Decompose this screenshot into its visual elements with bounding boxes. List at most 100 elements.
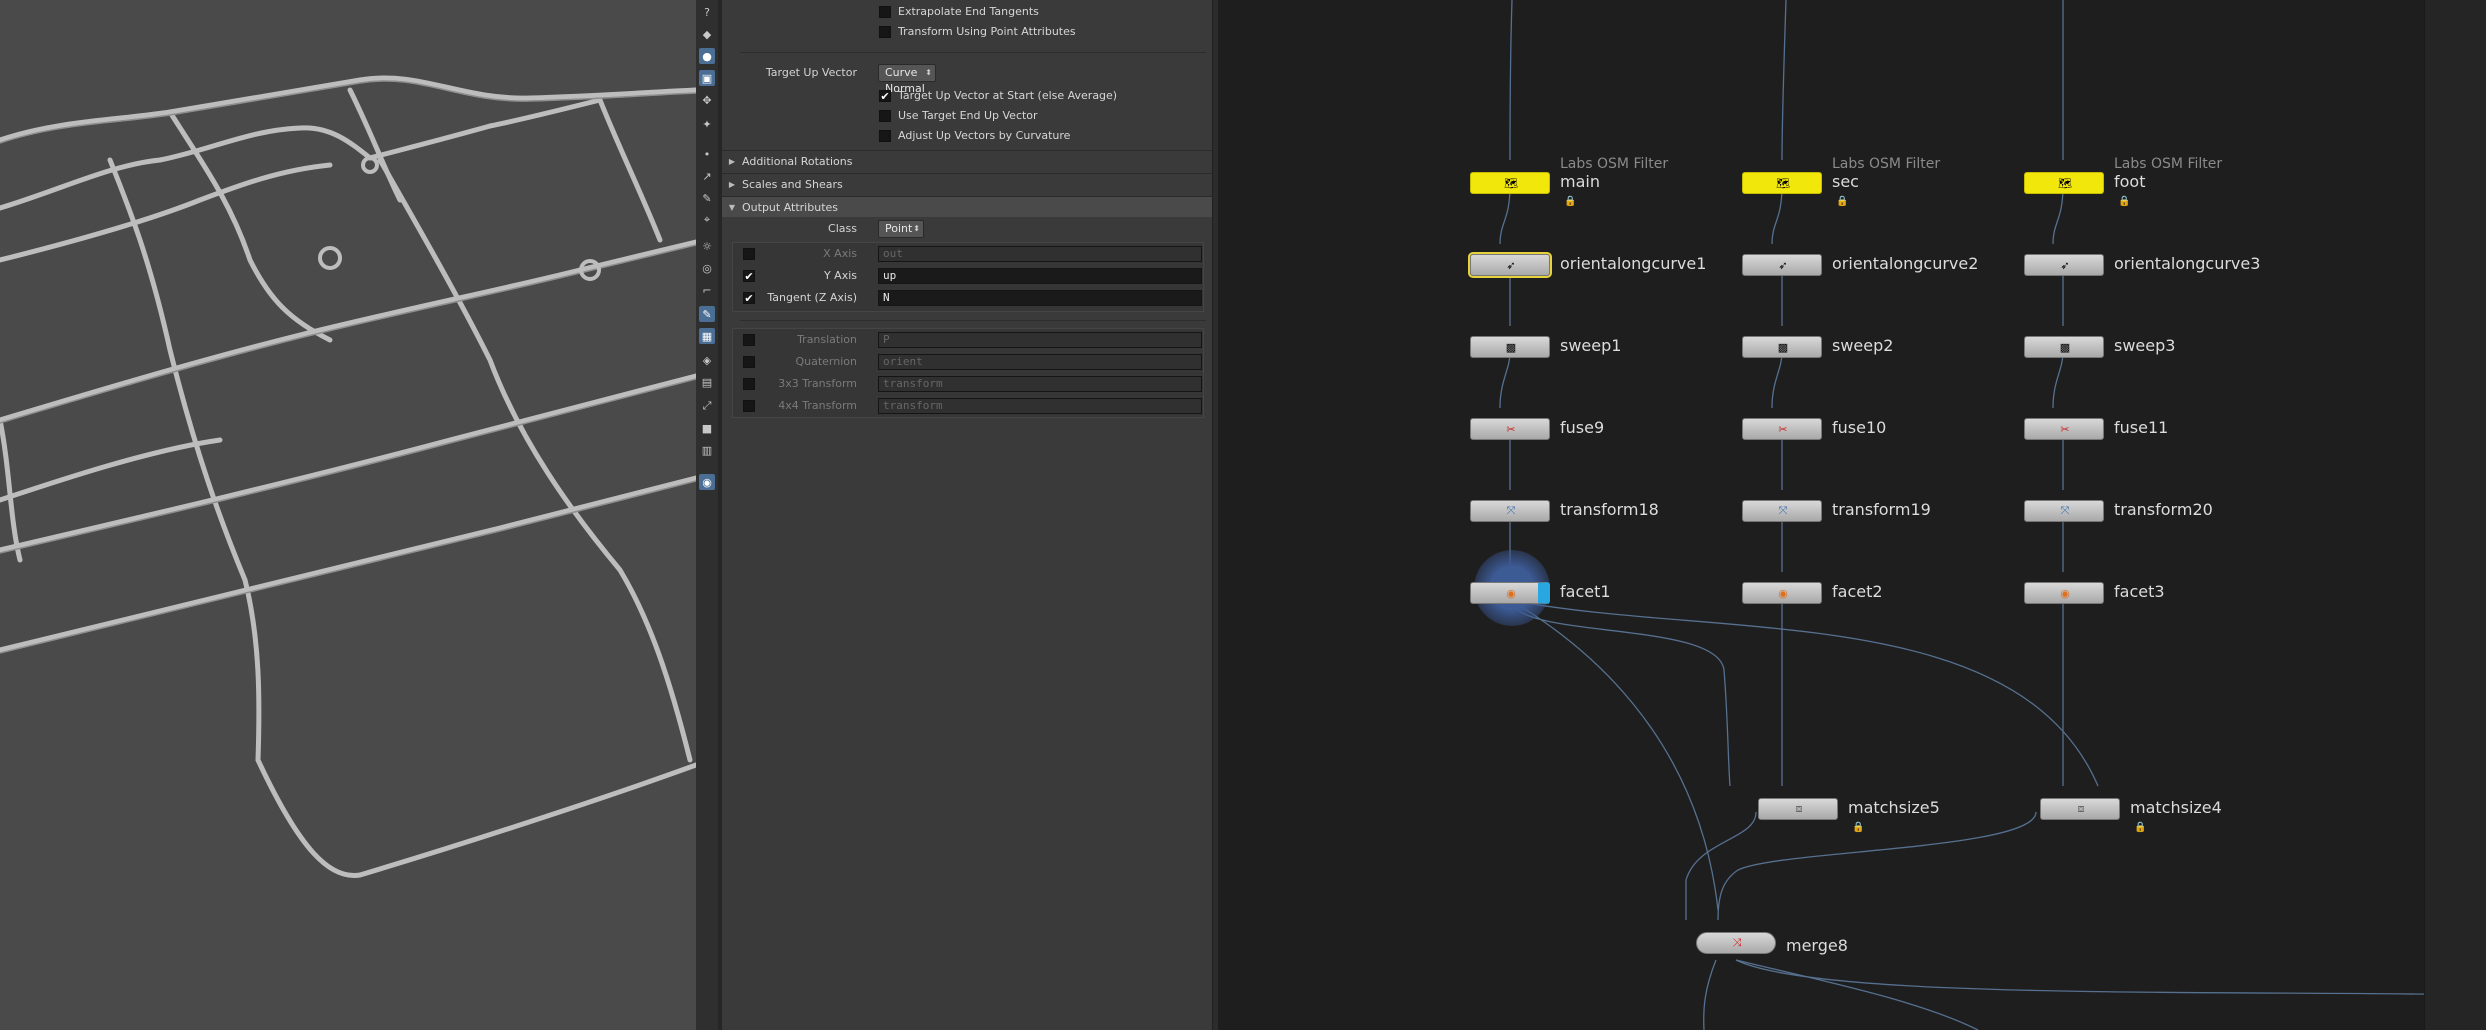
help-icon[interactable]: ? [699,4,715,20]
node-label: sweep1 [1560,336,1622,355]
node-facet2[interactable]: ◉ [1742,582,1822,604]
grid-icon[interactable]: ▦ [699,328,715,344]
node-fuse11[interactable]: ✂ [2024,418,2104,440]
transform3-checkbox[interactable] [743,378,755,390]
tangent-field[interactable]: N [878,290,1202,306]
node-label: foot [2114,172,2146,191]
target-up-start-checkbox[interactable]: ✔ [879,90,891,102]
fuse-icon: ✂ [1506,422,1516,436]
render-icon[interactable]: ▥ [699,442,715,458]
node-label: facet2 [1832,582,1883,601]
matchsize-icon: ⧈ [2077,802,2085,815]
folder-output-attributes[interactable]: ▼ Output Attributes [722,196,1212,217]
expand-arrow-icon: ▶ [728,179,736,189]
select-icon[interactable]: ◆ [699,26,715,42]
tangent-checkbox[interactable]: ✔ [743,292,755,304]
handle-icon[interactable]: ✥ [699,92,715,108]
node-type-label: Labs OSM Filter [2114,156,2223,172]
target-up-vector-dropdown[interactable]: Curve Normal ⬍ [878,64,936,95]
axis-icon[interactable]: ⤢ [699,398,715,414]
folder-additional-rotations[interactable]: ▶ Additional Rotations [722,150,1212,171]
box-icon[interactable]: ■ [699,420,715,436]
lock-camera-icon[interactable]: ◉ [699,474,715,490]
quaternion-checkbox[interactable] [743,356,755,368]
target-up-start-label: Target Up Vector at Start (else Average) [898,89,1118,102]
transform-point-attrs-checkbox[interactable] [879,26,891,38]
ghost-icon[interactable]: ◈ [699,352,715,368]
sweep-icon: ▩ [2059,340,2071,354]
node-label: orientalongcurve3 [2114,254,2261,273]
transform3-field[interactable]: transform [878,376,1202,392]
class-dropdown[interactable]: Point ⬍ [878,220,924,238]
node-label: main [1560,172,1600,191]
extrapolate-checkbox[interactable] [879,6,891,18]
pose-icon[interactable]: ● [699,48,715,64]
transform4-field[interactable]: transform [878,398,1202,414]
node-orientalongcurve1[interactable]: ➶ [1468,252,1552,278]
network-side-strip [2424,0,2486,1030]
frame-icon[interactable]: ⌐ [699,282,715,298]
quaternion-field[interactable]: orient [878,354,1202,370]
viewport-3d[interactable] [0,0,696,1030]
folder-label: Output Attributes [742,200,839,214]
network-editor[interactable]: Labs OSM Filter 🗺 main 🔒 ➶ orientalongcu… [1218,0,2486,1030]
node-facet1[interactable]: ◉ [1470,582,1550,604]
x-axis-field[interactable]: out [878,246,1202,262]
orient-icon: ➶ [2060,258,2070,272]
node-osm-filter-sec[interactable]: 🗺 [1742,172,1822,194]
transform-icon: ⤧ [1778,504,1788,517]
node-transform18[interactable]: ⤧ [1470,500,1550,522]
expand-arrow-icon: ▶ [728,156,736,166]
node-merge8[interactable]: ⤨ [1696,932,1776,954]
measure-icon[interactable]: ⌖ [699,212,715,228]
tangent-label: Tangent (Z Axis) [767,291,857,304]
node-matchsize5[interactable]: ⧈ [1758,798,1838,820]
transform4-checkbox[interactable] [743,400,755,412]
node-orientalongcurve3[interactable]: ➶ [2024,254,2104,276]
snap-icon[interactable]: ✦ [699,116,715,132]
node-transform20[interactable]: ⤧ [2024,500,2104,522]
facet-icon: ◉ [2060,586,2070,600]
node-matchsize4[interactable]: ⧈ [2040,798,2120,820]
fuse-icon: ✂ [1778,422,1788,436]
display-icon[interactable]: ◎ [699,260,715,276]
node-facet3[interactable]: ◉ [2024,582,2104,604]
y-axis-checkbox[interactable]: ✔ [743,270,755,282]
node-orientalongcurve2[interactable]: ➶ [1742,254,1822,276]
node-label: sweep3 [2114,336,2176,355]
node-label: sec [1832,172,1859,191]
node-sweep3[interactable]: ▩ [2024,336,2104,358]
y-axis-label: Y Axis [823,269,857,282]
transform4-label: 4x4 Transform [778,399,857,412]
folder-scales-shears[interactable]: ▶ Scales and Shears [722,173,1212,194]
node-fuse10[interactable]: ✂ [1742,418,1822,440]
node-sweep2[interactable]: ▩ [1742,336,1822,358]
lock-icon: 🔒 [2118,196,2131,207]
image-icon[interactable]: ▤ [699,374,715,390]
road-network-geometry [0,75,696,879]
adjust-up-label: Adjust Up Vectors by Curvature [898,129,1071,142]
node-label: orientalongcurve1 [1560,254,1707,273]
x-axis-checkbox[interactable] [743,248,755,260]
node-osm-filter-foot[interactable]: 🗺 [2024,172,2104,194]
brush-icon[interactable]: ✎ [699,190,715,206]
use-target-end-checkbox[interactable] [879,110,891,122]
view-icon[interactable]: ▣ [699,70,715,86]
node-sweep1[interactable]: ▩ [1470,336,1550,358]
light-icon[interactable]: ☼ [699,238,715,254]
node-fuse9[interactable]: ✂ [1470,418,1550,440]
y-axis-field[interactable]: up [878,268,1202,284]
node-label: transform19 [1832,500,1931,519]
edge-icon[interactable]: ↗ [699,168,715,184]
sweep-icon: ▩ [1505,340,1517,354]
translation-checkbox[interactable] [743,334,755,346]
wire-icon[interactable]: ✎ [699,306,715,322]
extrapolate-label: Extrapolate End Tangents [898,5,1039,18]
translation-field[interactable]: P [878,332,1202,348]
node-osm-filter-main[interactable]: 🗺 [1470,172,1550,194]
point-icon[interactable]: • [699,146,715,162]
node-label: merge8 [1786,936,1848,955]
viewport-toolbar: ? ◆ ● ▣ ✥ ✦ • ↗ ✎ ⌖ ☼ ◎ ⌐ ✎ ▦ ◈ ▤ ⤢ ■ ▥ … [696,0,719,1030]
node-transform19[interactable]: ⤧ [1742,500,1822,522]
adjust-up-checkbox[interactable] [879,130,891,142]
